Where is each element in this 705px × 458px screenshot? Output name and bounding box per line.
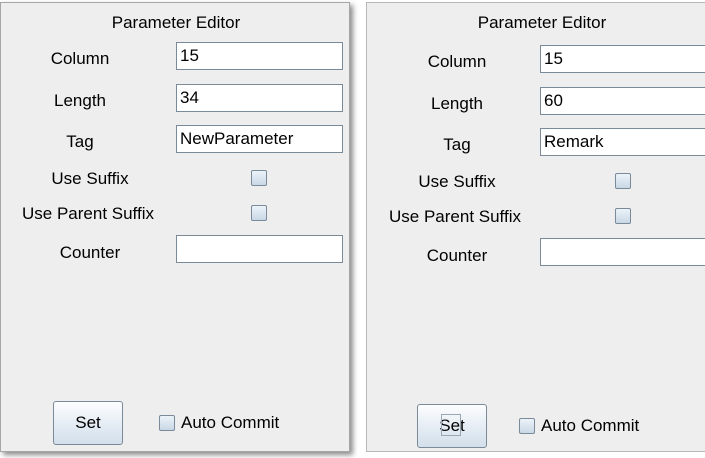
auto-commit-checkbox[interactable] [159, 415, 175, 431]
column-label: Column [50, 49, 110, 68]
use-parent-suffix-checkbox[interactable] [251, 205, 267, 221]
counter-label: Counter [426, 246, 488, 265]
counter-label: Counter [59, 243, 121, 262]
auto-commit-checkbox[interactable] [519, 418, 535, 434]
panel-title: Parameter Editor [477, 13, 607, 32]
tag-field[interactable] [540, 128, 705, 156]
column-field[interactable] [176, 42, 343, 70]
length-label: Length [431, 94, 483, 113]
tag-field[interactable] [176, 125, 343, 153]
auto-commit-label: Auto Commit [541, 416, 640, 435]
tag-label: Tag [443, 135, 471, 154]
counter-field[interactable] [540, 238, 705, 266]
length-field[interactable] [176, 84, 343, 112]
column-field[interactable] [540, 45, 705, 73]
use-suffix-label: Use Suffix [51, 169, 129, 188]
use-suffix-checkbox[interactable] [251, 170, 267, 186]
set-button[interactable]: Set [417, 404, 487, 448]
counter-field[interactable] [176, 235, 343, 263]
use-suffix-label: Use Suffix [418, 172, 496, 191]
use-suffix-checkbox[interactable] [615, 173, 631, 189]
parameter-editor-panel: Parameter Editor Column Length Tag Use S… [366, 2, 705, 452]
parameter-editor-panel: Parameter Editor Column Length Tag Use S… [0, 2, 350, 452]
tag-label: Tag [66, 132, 94, 151]
use-parent-suffix-checkbox[interactable] [615, 208, 631, 224]
length-field[interactable] [540, 87, 705, 115]
set-button[interactable]: Set [53, 401, 123, 445]
use-parent-suffix-label: Use Parent Suffix [22, 204, 154, 223]
panel-title: Parameter Editor [111, 13, 241, 32]
length-label: Length [54, 91, 106, 110]
column-label: Column [427, 52, 487, 71]
auto-commit-label: Auto Commit [181, 413, 280, 432]
use-parent-suffix-label: Use Parent Suffix [389, 207, 521, 226]
